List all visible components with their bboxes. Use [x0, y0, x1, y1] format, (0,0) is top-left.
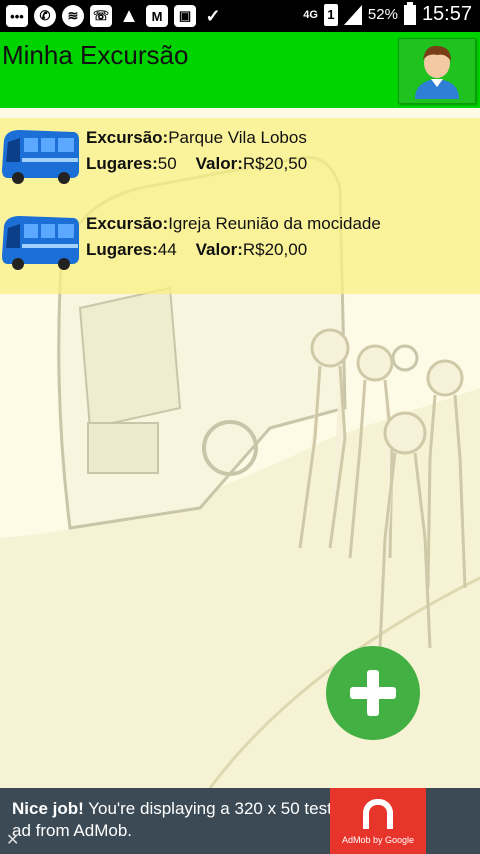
person-avatar-icon [415, 45, 459, 99]
whatsapp-icon: ✆ [34, 5, 56, 27]
excursion-name: Excursão:Igreja Reunião da mocidade [86, 214, 381, 234]
price-value: R$20,50 [242, 154, 308, 173]
messages-icon: ••• [6, 5, 28, 27]
warning-icon: ▲ [119, 4, 139, 27]
app-title: Minha Excursão [2, 40, 189, 70]
profile-button[interactable] [398, 38, 476, 104]
excursion-label: Excursão: [86, 214, 169, 233]
plus-icon [350, 670, 396, 716]
notification-icons: ••• ✆ ≋ ☏ ▲ M ▣ ✓ [6, 5, 224, 27]
seats-value: 44 [157, 240, 177, 259]
ad-close-icon[interactable]: ✕ [6, 830, 19, 850]
app-bar: Minha Excursão [0, 32, 480, 108]
list-item[interactable]: Excursão:Igreja Reunião da mocidade Luga… [0, 204, 480, 290]
admob-logo: AdMob by Google [330, 788, 426, 854]
excursion-value: Igreja Reunião da mocidade [168, 214, 381, 233]
price-label: Valor: [195, 154, 243, 173]
clock: 15:57 [421, 3, 472, 25]
system-status: 4G 1 52% 15:57 [303, 1, 472, 26]
battery-icon [403, 1, 416, 25]
wifi-icon: ≋ [62, 5, 84, 27]
check-icon: ✓ [205, 5, 221, 26]
admob-logo-text: AdMob by Google [341, 835, 415, 845]
excursion-label: Excursão: [86, 128, 169, 147]
excursion-details: Lugares:44 Valor:R$20,00 [86, 240, 307, 260]
signal-icon [343, 4, 362, 25]
seats-label: Lugares: [86, 240, 158, 259]
admob-logo-icon [363, 799, 393, 829]
seats-label: Lugares: [86, 154, 158, 173]
price-value: R$20,00 [242, 240, 308, 259]
battery-percent: 52% [367, 6, 398, 23]
ad-headline: Nice job! [12, 799, 84, 818]
ad-banner[interactable]: Nice job! You're displaying a 320 x 50 t… [0, 788, 480, 854]
price-label: Valor: [195, 240, 243, 259]
bus-icon [2, 216, 79, 270]
excursion-name: Excursão:Parque Vila Lobos [86, 128, 307, 148]
calendar-icon: ☏ [90, 5, 112, 27]
sim-indicator: 1 [323, 3, 338, 26]
gallery-icon: ▣ [174, 5, 196, 27]
status-bar: ••• ✆ ≋ ☏ ▲ M ▣ ✓ 4G 1 52% 15:57 [0, 0, 480, 32]
add-excursion-button[interactable] [326, 646, 420, 740]
ad-text: Nice job! You're displaying a 320 x 50 t… [12, 798, 332, 842]
list-item[interactable]: Excursão:Parque Vila Lobos Lugares:50 Va… [0, 118, 480, 204]
excursion-details: Lugares:50 Valor:R$20,50 [86, 154, 307, 174]
network-type: 4G [303, 8, 318, 21]
seats-value: 50 [157, 154, 177, 173]
excursion-value: Parque Vila Lobos [168, 128, 307, 147]
excursion-list: Excursão:Parque Vila Lobos Lugares:50 Va… [0, 118, 480, 294]
bus-icon [2, 130, 79, 184]
gmail-icon: M [146, 5, 168, 27]
